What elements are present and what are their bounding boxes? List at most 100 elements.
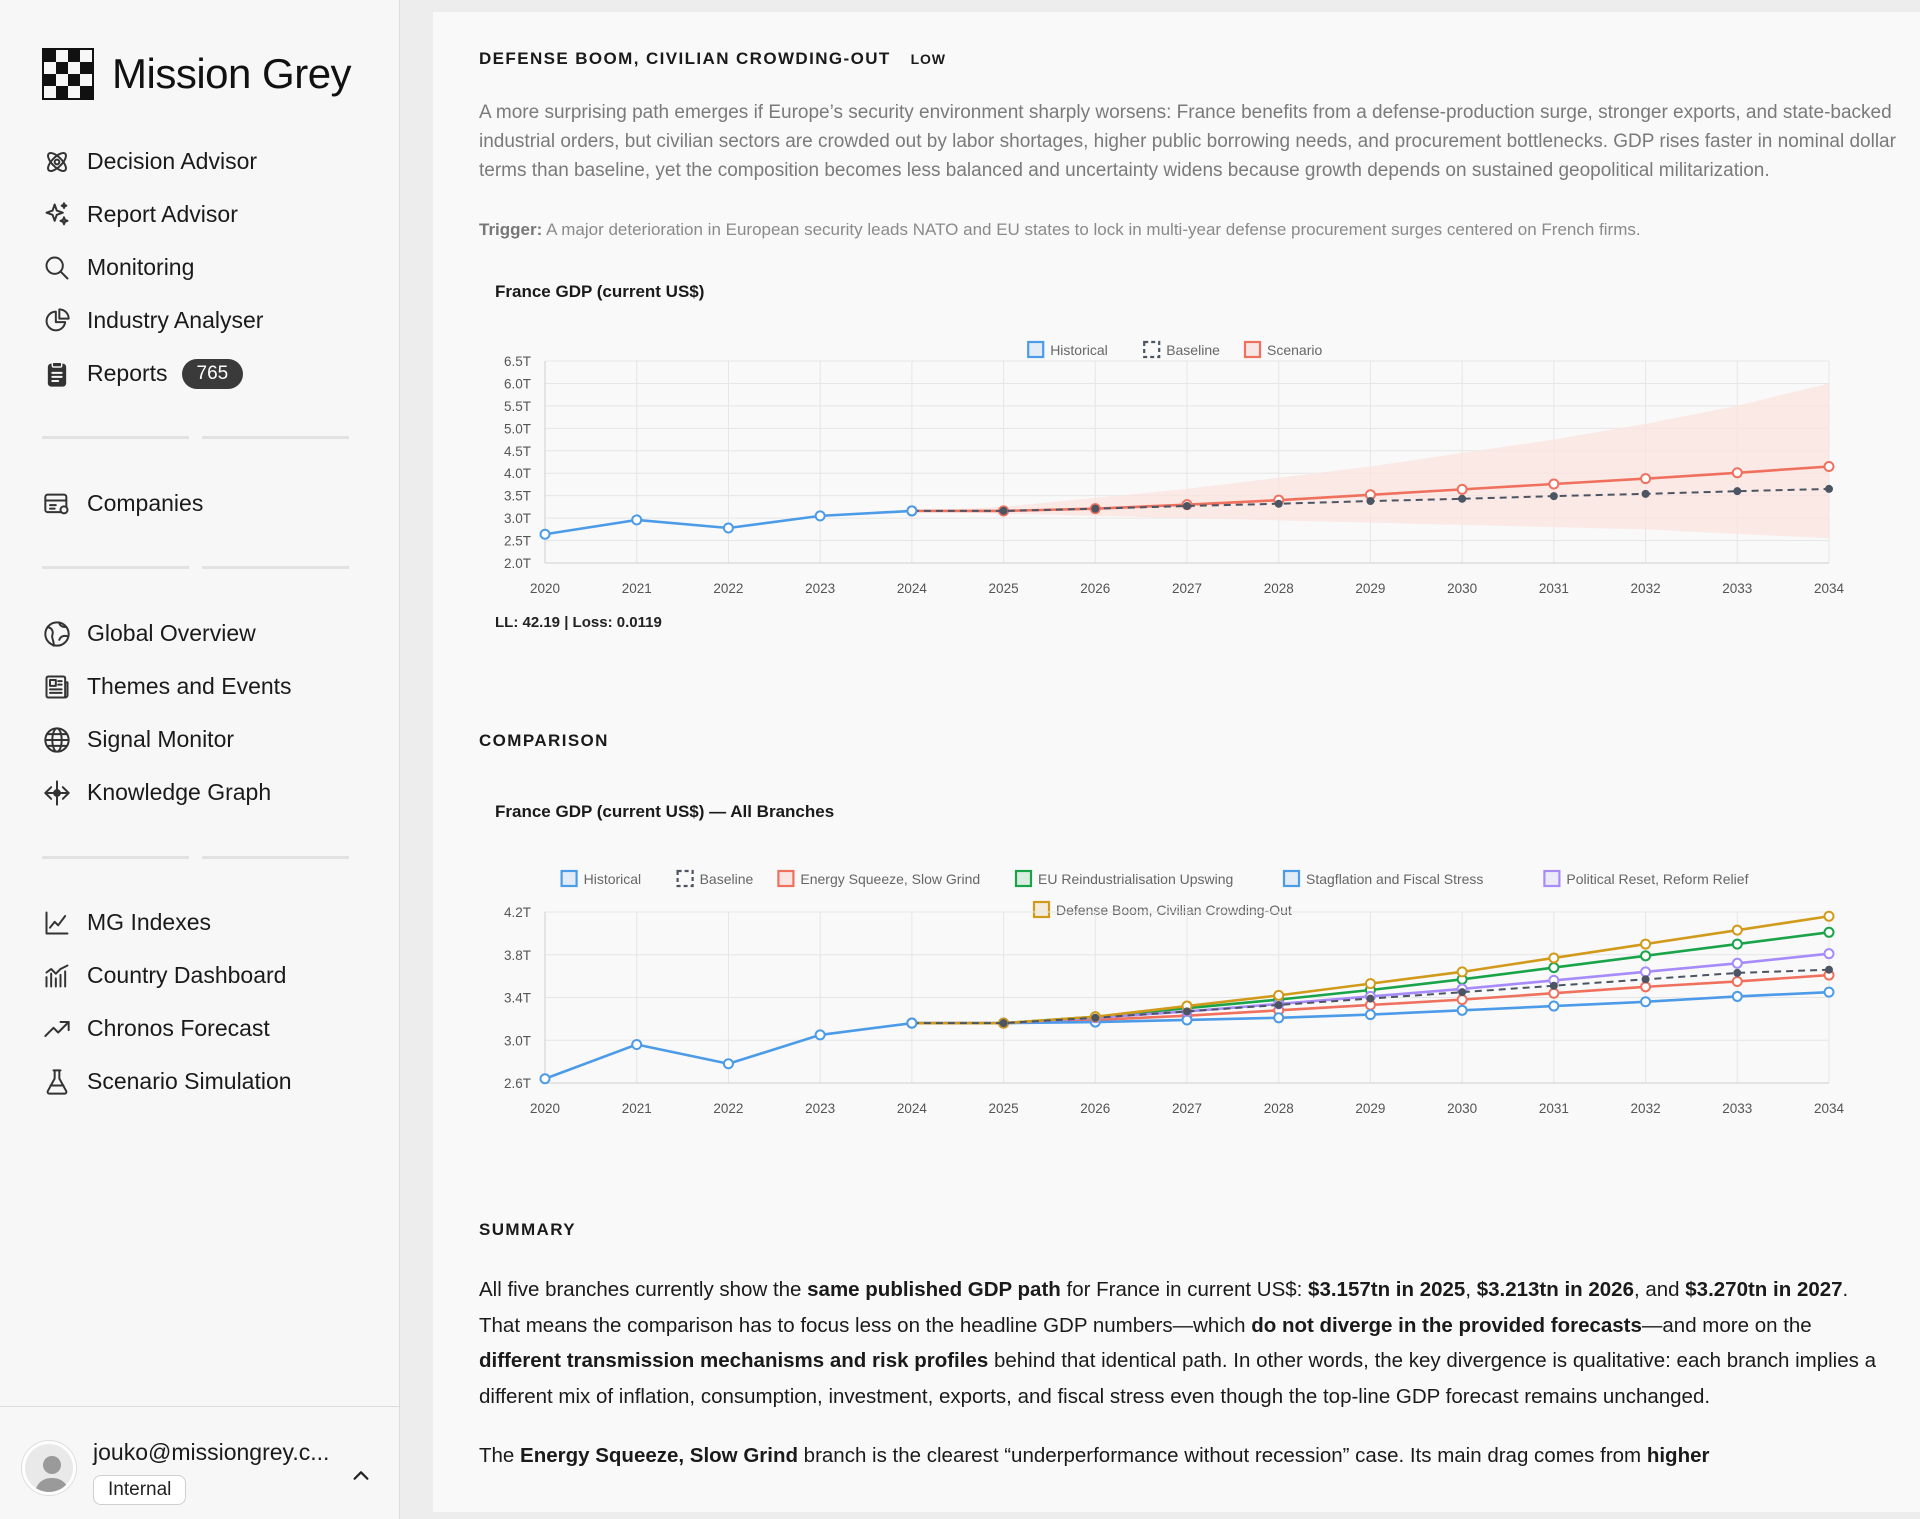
sidebar-item-label: Country Dashboard: [87, 962, 287, 988]
legend-swatch: [1543, 869, 1561, 888]
data-point: [1273, 1012, 1285, 1024]
data-point: [722, 1058, 734, 1070]
nav-divider: [42, 856, 349, 859]
x-tick-label: 2033: [1722, 581, 1752, 596]
summary-text: All five branches currently show the sam…: [479, 1272, 1889, 1498]
y-tick-label: 3.4T: [504, 991, 531, 1006]
sidebar-item-report-advisor[interactable]: Report Advisor: [42, 188, 362, 241]
y-tick-label: 3.0T: [504, 1033, 531, 1048]
data-point: [1548, 1000, 1560, 1012]
scenario-description: A more surprising path emerges if Europe…: [479, 102, 1896, 181]
data-point: [1825, 965, 1833, 974]
sidebar-item-themes-and-events[interactable]: Themes and Events: [42, 660, 362, 713]
summary-run: ,: [1465, 1278, 1477, 1301]
scenario-trigger: Trigger: A major deterioration in Europe…: [479, 220, 1899, 240]
data-point: [1825, 484, 1833, 493]
x-tick-label: 2033: [1722, 1101, 1752, 1116]
sidebar-item-monitoring[interactable]: Monitoring: [42, 241, 362, 294]
sidebar-item-companies[interactable]: Companies: [42, 477, 362, 530]
data-point: [1548, 962, 1560, 974]
companies-icon: [42, 489, 72, 519]
pie-chart-icon: [42, 306, 72, 336]
sidebar-item-scenario-simulation[interactable]: Scenario Simulation: [42, 1055, 362, 1108]
x-tick-label: 2023: [805, 581, 835, 596]
data-point: [1823, 948, 1835, 960]
legend-label: Defense Boom, Civilian Crowding-Out: [1056, 902, 1292, 918]
sidebar-item-label: Knowledge Graph: [87, 779, 272, 805]
data-point: [1640, 996, 1652, 1008]
data-point: [631, 1039, 643, 1051]
data-point: [1733, 487, 1742, 496]
summary-run: , and: [1633, 1278, 1686, 1301]
mission-grey-logo-icon: [42, 48, 94, 100]
legend-label: Energy Squeeze, Slow Grind: [800, 871, 980, 887]
data-point: [1456, 994, 1468, 1006]
x-tick-label: 2022: [713, 581, 743, 596]
line-chart-icon: [42, 908, 72, 938]
y-tick-label: 2.0T: [504, 556, 531, 571]
sidebar-item-decision-advisor[interactable]: Decision Advisor: [42, 135, 362, 188]
x-tick-label: 2031: [1539, 1101, 1569, 1116]
sidebar-item-label: Global Overview: [87, 620, 256, 646]
x-tick-label: 2031: [1539, 581, 1569, 596]
trigger-text: A major deterioration in European securi…: [546, 220, 1641, 239]
sidebar-item-knowledge-graph[interactable]: Knowledge Graph: [42, 766, 362, 819]
sidebar-item-label: Scenario Simulation: [87, 1068, 292, 1094]
x-tick-label: 2032: [1631, 1101, 1661, 1116]
trigger-label: Trigger:: [479, 220, 543, 239]
data-point: [1731, 924, 1743, 936]
scenario-gdp-chart[interactable]: Historical Baseline Scenario 6.5T 6.0T 5.5T 5.…: [433, 312, 1920, 612]
sidebar-item-chronos-forecast[interactable]: Chronos Forecast: [42, 1002, 362, 1055]
summary-run: branch is the clearest “underperformance…: [797, 1444, 1647, 1467]
user-menu[interactable]: jouko@missiongrey.c... Internal: [0, 1406, 400, 1519]
summary-paragraph: The Energy Squeeze, Slow Grind branch is…: [479, 1438, 1889, 1474]
data-point: [1456, 1004, 1468, 1016]
data-point: [1640, 981, 1652, 993]
y-tick-label: 4.2T: [504, 905, 531, 920]
x-tick-label: 2020: [530, 581, 560, 596]
sidebar-item-label: MG Indexes: [87, 909, 211, 935]
legend-label: Baseline: [1166, 342, 1220, 358]
sidebar-item-signal-monitor[interactable]: Signal Monitor: [42, 713, 362, 766]
data-point: [1731, 975, 1743, 987]
y-tick-label: 2.6T: [504, 1076, 531, 1091]
logo[interactable]: Mission Grey: [42, 46, 352, 102]
data-point: [1366, 497, 1375, 506]
sidebar-item-label: Decision Advisor: [87, 148, 258, 174]
data-point: [814, 1029, 826, 1041]
data-point: [1548, 987, 1560, 999]
y-tick-label: 3.8T: [504, 948, 531, 963]
x-tick-label: 2022: [713, 1101, 743, 1116]
nav-group-forecasts: MG Indexes Country Dashboard Chronos For…: [42, 896, 362, 1108]
x-tick-label: 2030: [1447, 581, 1477, 596]
comparison-gdp-chart[interactable]: Historical Baseline Energy Squeeze, Slow G…: [433, 832, 1920, 1142]
data-point: [1640, 473, 1652, 485]
sidebar-item-industry-analyser[interactable]: Industry Analyser: [42, 294, 362, 347]
data-point: [1640, 950, 1652, 962]
y-tick-label: 6.0T: [504, 376, 531, 391]
data-point: [1640, 966, 1652, 978]
data-point: [1641, 489, 1650, 498]
data-point: [1183, 501, 1191, 510]
data-point: [1274, 499, 1283, 508]
sidebar-item-reports[interactable]: Reports 765: [42, 347, 362, 400]
summary-emphasis: higher: [1646, 1444, 1710, 1467]
flask-icon: [42, 1067, 72, 1097]
user-email: jouko@missiongrey.c...: [93, 1439, 330, 1465]
legend-label: Historical: [584, 871, 642, 887]
x-tick-label: 2028: [1264, 581, 1294, 596]
legend-swatch: [1032, 900, 1051, 919]
chevron-up-icon[interactable]: [350, 1465, 372, 1487]
data-point: [1274, 1000, 1283, 1009]
data-point: [1731, 467, 1743, 479]
sidebar-item-global-overview[interactable]: Global Overview: [42, 607, 362, 660]
summary-paragraph: All five branches currently show the sam…: [479, 1272, 1889, 1414]
nav-divider: [42, 436, 349, 439]
sidebar-item-country-dashboard[interactable]: Country Dashboard: [42, 949, 362, 1002]
data-point: [1731, 957, 1743, 969]
sidebar-item-mg-indexes[interactable]: MG Indexes: [42, 896, 362, 949]
legend-swatch: [560, 869, 578, 888]
x-tick-label: 2029: [1355, 1101, 1385, 1116]
y-tick-label: 5.0T: [504, 421, 531, 436]
chart2-title: France GDP (current US$) — All Branches: [495, 802, 835, 821]
